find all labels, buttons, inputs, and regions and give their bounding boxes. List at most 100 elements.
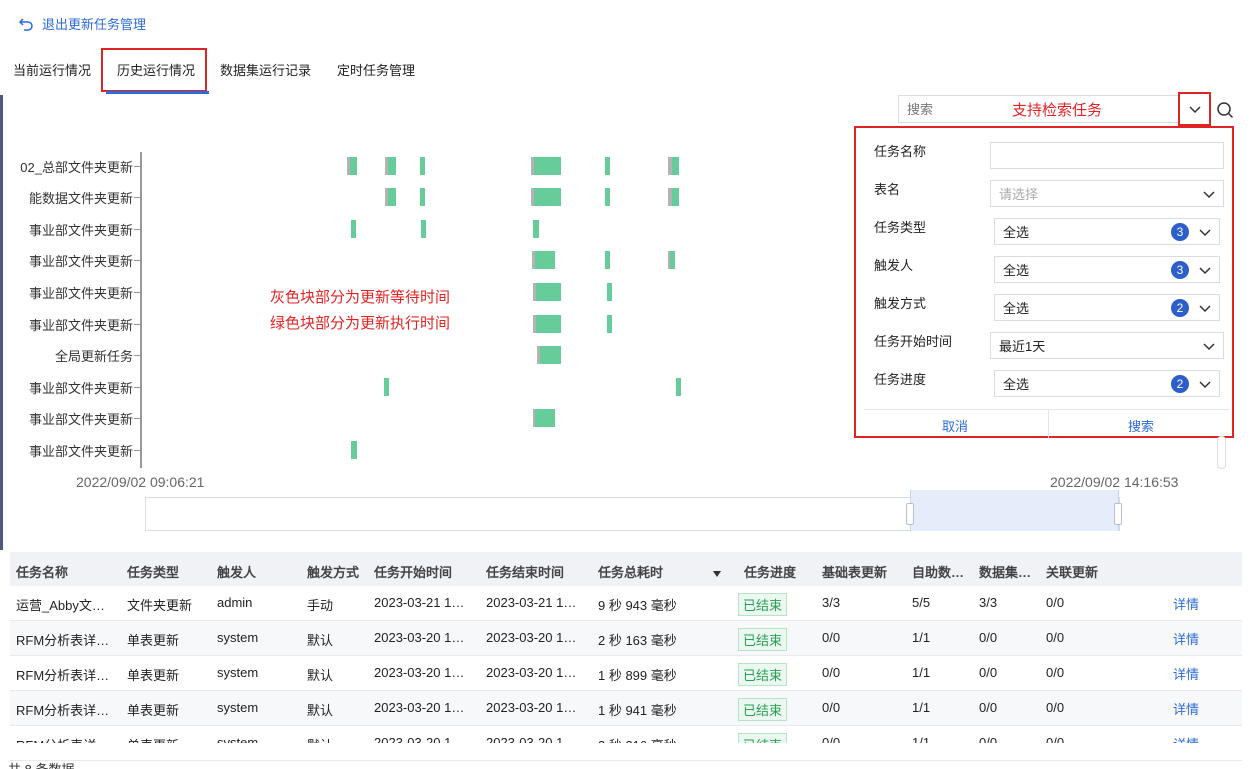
trigger-user-select[interactable]: 全选 3 xyxy=(994,256,1220,283)
cancel-button[interactable]: 取消 xyxy=(942,416,968,435)
col-trigger-user[interactable]: 触发人 xyxy=(217,562,256,581)
cell-trigger-mode: 默认 xyxy=(307,668,334,683)
cell-related-update: 0/0 xyxy=(1046,700,1065,715)
col-start-time[interactable]: 任务开始时间 xyxy=(374,562,452,581)
cell-duration: 1 秒 899 毫秒 xyxy=(598,668,677,683)
slider-left-handle[interactable] xyxy=(906,503,914,525)
cell-end-time: 2023-03-20 1… xyxy=(486,630,577,645)
task-name-input[interactable] xyxy=(990,142,1224,169)
col-duration[interactable]: 任务总耗时 xyxy=(598,562,663,581)
tab-dataset-records[interactable]: 数据集运行记录 xyxy=(220,60,311,79)
gantt-run-bar[interactable] xyxy=(534,188,561,206)
gantt-run-bar[interactable] xyxy=(536,315,561,333)
task-type-select[interactable]: 全选 3 xyxy=(994,218,1220,245)
exit-task-management-link[interactable]: 退出更新任务管理 xyxy=(18,14,146,33)
trigger-mode-select[interactable]: 全选 2 xyxy=(994,294,1220,321)
gantt-run-bar[interactable] xyxy=(533,220,539,238)
record-count: 共 8 条数据 xyxy=(8,759,74,769)
cell-trigger-user: admin xyxy=(217,595,253,610)
col-task-name[interactable]: 任务名称 xyxy=(16,562,68,581)
search-button[interactable] xyxy=(1214,99,1236,121)
table-row[interactable]: RFM分析表详… 单表更新 system 默认 2023-03-20 1… 2023-03… xyxy=(10,691,1242,726)
gantt-run-bar[interactable] xyxy=(534,157,561,175)
col-base-update[interactable]: 基础表更新 xyxy=(822,562,887,581)
filter-search-button[interactable]: 搜索 xyxy=(1128,416,1154,435)
cell-dataset: 0/0 xyxy=(979,630,998,645)
gantt-row-label: 全局更新任务 xyxy=(54,349,133,364)
col-dataset[interactable]: 数据集… xyxy=(979,562,1031,581)
gantt-row-label: 事业部文件夹更新 xyxy=(28,318,133,333)
gantt-run-bar[interactable] xyxy=(605,157,610,175)
gantt-run-bar[interactable] xyxy=(670,251,675,269)
gantt-run-bar[interactable] xyxy=(607,283,612,301)
gantt-run-bar[interactable] xyxy=(420,188,425,206)
trigger-mode-label: 触发方式 xyxy=(874,296,927,311)
gantt-run-bar[interactable] xyxy=(350,157,357,175)
detail-link[interactable]: 详情 xyxy=(1173,594,1199,613)
slider-right-handle[interactable] xyxy=(1114,503,1122,525)
col-task-type[interactable]: 任务类型 xyxy=(127,562,179,581)
filter-dropdown-toggle[interactable] xyxy=(1178,92,1211,126)
tab-current-run[interactable]: 当前运行情况 xyxy=(13,60,91,79)
gantt-tick xyxy=(134,197,140,198)
cell-related-update: 0/0 xyxy=(1046,665,1065,680)
gantt-row-label: 事业部文件夹更新 xyxy=(28,412,133,427)
gantt-run-bar[interactable] xyxy=(388,188,396,206)
detail-link[interactable]: 详情 xyxy=(1173,699,1199,718)
time-range-window[interactable] xyxy=(910,490,1119,531)
col-progress[interactable]: 任务进度 xyxy=(744,562,796,581)
table-row[interactable]: RFM分析表详… 单表更新 system 默认 2023-03-20 1… 2023-03… xyxy=(10,621,1242,656)
gantt-run-bar[interactable] xyxy=(605,251,610,269)
gantt-run-bar[interactable] xyxy=(420,157,425,175)
table-row[interactable]: RFM分析表详… 单表更新 system 默认 2023-03-20 1… 2023-03… xyxy=(10,656,1242,691)
scrollbar[interactable] xyxy=(1217,436,1226,469)
col-end-time[interactable]: 任务结束时间 xyxy=(486,562,564,581)
table-name-select[interactable]: 请选择 xyxy=(990,180,1224,207)
col-self-service[interactable]: 自助数… xyxy=(912,562,964,581)
table-header: 任务名称 任务类型 触发人 触发方式 任务开始时间 任务结束时间 任务总耗时 任… xyxy=(10,552,1242,586)
detail-link[interactable]: 详情 xyxy=(1173,629,1199,648)
gantt-tick xyxy=(134,260,140,261)
cell-trigger-user: system xyxy=(217,630,259,645)
cell-end-time: 2023-03-20 1… xyxy=(486,700,577,715)
filter-panel: 任务名称 表名 请选择 任务类型 全选 3 触发人 全选 3 触发方式 全选 2 xyxy=(854,126,1234,438)
trigger-user-count-badge: 3 xyxy=(1171,261,1189,279)
gantt-run-bar[interactable] xyxy=(388,157,396,175)
table-row[interactable]: 运营_Abby文… 文件夹更新 admin 手动 2023-03-21 1… 2023-0… xyxy=(10,586,1242,621)
gantt-run-bar[interactable] xyxy=(540,346,561,364)
gantt-run-bar[interactable] xyxy=(384,378,389,396)
detail-link[interactable]: 详情 xyxy=(1173,664,1199,683)
chevron-down-icon xyxy=(1199,229,1211,237)
gantt-run-bar[interactable] xyxy=(535,251,555,269)
gantt-run-bar[interactable] xyxy=(676,378,681,396)
chevron-down-icon xyxy=(1199,267,1211,275)
start-time-select[interactable]: 最近1天 xyxy=(990,332,1224,359)
task-type-label: 任务类型 xyxy=(874,220,927,235)
col-trigger-mode[interactable]: 触发方式 xyxy=(307,562,359,581)
gantt-run-bar[interactable] xyxy=(536,283,561,301)
col-related-update[interactable]: 关联更新 xyxy=(1046,562,1098,581)
gantt-run-bar[interactable] xyxy=(607,315,612,333)
sort-desc-icon[interactable] xyxy=(712,566,722,581)
task-type-count-badge: 3 xyxy=(1171,223,1189,241)
cell-start-time: 2023-03-20 1… xyxy=(374,700,465,715)
gantt-run-bar[interactable] xyxy=(672,157,679,175)
cell-task-name: RFM分析表详… xyxy=(16,703,110,718)
gantt-run-bar[interactable] xyxy=(421,220,426,238)
gantt-run-bar[interactable] xyxy=(605,188,610,206)
timeline-end-label: 2022/09/02 14:16:53 xyxy=(1050,474,1179,490)
table-clip xyxy=(0,743,1254,759)
exit-task-management-label: 退出更新任务管理 xyxy=(42,17,147,32)
progress-select[interactable]: 全选 2 xyxy=(994,370,1220,397)
trigger-mode-value: 全选 xyxy=(1003,301,1030,316)
tab-history-run[interactable]: 历史运行情况 xyxy=(101,48,208,92)
chevron-down-icon xyxy=(1199,305,1211,313)
gantt-run-bar[interactable] xyxy=(672,188,679,206)
gantt-run-bar[interactable] xyxy=(535,409,555,427)
tab-scheduled-tasks[interactable]: 定时任务管理 xyxy=(337,60,415,79)
gantt-tick xyxy=(134,292,140,293)
gantt-run-bar[interactable] xyxy=(351,220,356,238)
cell-start-time: 2023-03-21 1… xyxy=(374,595,465,610)
gantt-run-bar[interactable] xyxy=(351,441,357,459)
cell-task-type: 单表更新 xyxy=(127,633,180,648)
